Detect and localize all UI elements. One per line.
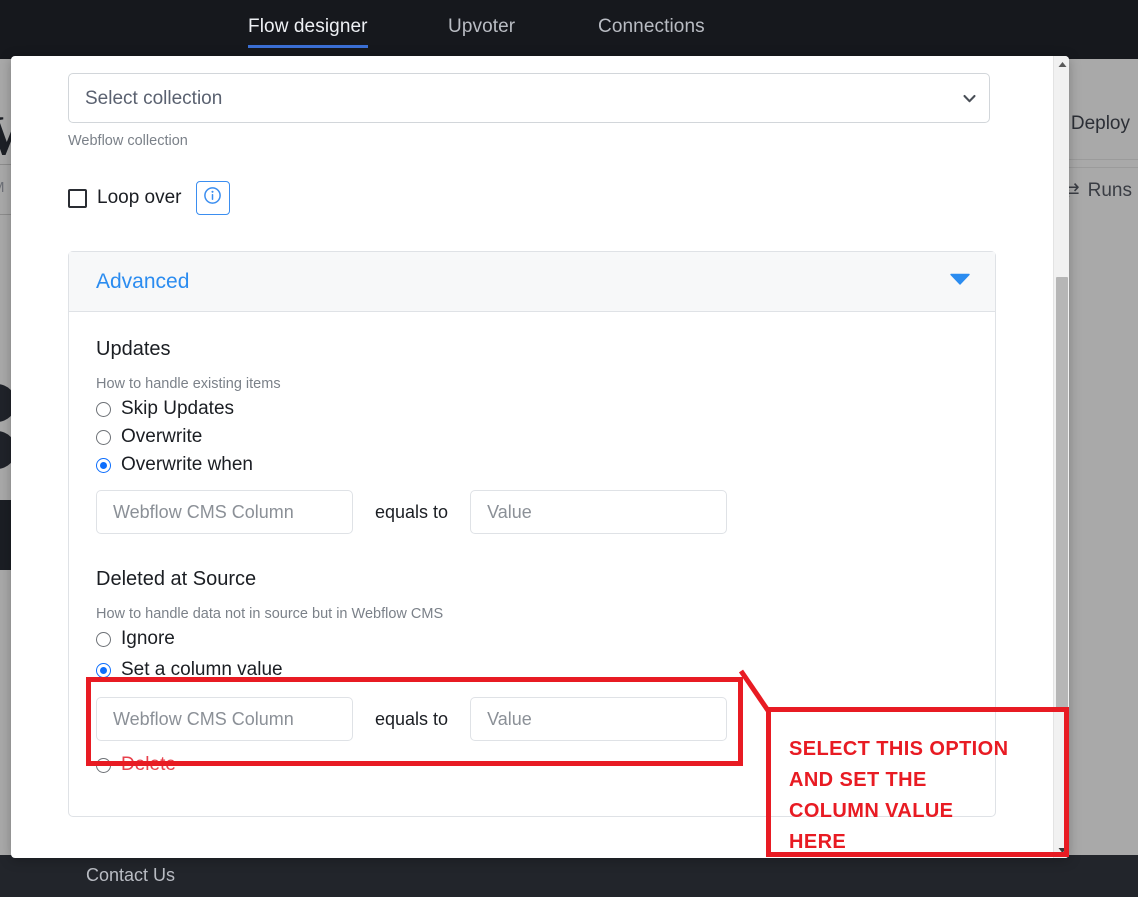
updates-option-overwrite-when[interactable]: Overwrite when [96, 454, 968, 476]
loop-over-checkbox[interactable] [68, 188, 87, 208]
loop-over-row: Loop over [68, 181, 996, 215]
triangle-down-icon[interactable] [949, 271, 971, 292]
deleted-condition-row: equals to [96, 697, 968, 741]
updates-hint: How to handle existing items [96, 376, 281, 392]
collection-select-row: Select collection [68, 73, 996, 123]
scroll-down-arrow-icon[interactable] [1054, 842, 1069, 858]
deleted-radio-set-column-value[interactable] [96, 662, 111, 678]
backdrop-menu-glyph: M [0, 179, 5, 196]
modal-scrollbar[interactable] [1053, 56, 1069, 858]
deleted-equals-label: equals to [375, 708, 449, 729]
advanced-panel-header[interactable]: Advanced [69, 252, 995, 312]
updates-radio-overwrite[interactable] [96, 429, 111, 445]
tab-upvoter-label: Upvoter [448, 16, 516, 37]
runs-button[interactable]: ⇄ Runs [1064, 179, 1132, 202]
tab-connections-label: Connections [598, 16, 705, 37]
collection-select[interactable]: Select collection [68, 73, 990, 123]
info-circle-icon [203, 186, 222, 210]
advanced-panel-body: Updates How to handle existing items Ski… [69, 312, 995, 816]
updates-column-input[interactable] [96, 490, 353, 534]
app-root: Flow designer Upvoter Connections W M 🚀 … [0, 0, 1138, 897]
deleted-option-delete[interactable]: Delete [96, 754, 968, 776]
top-navigation-bar: Flow designer Upvoter Connections [0, 0, 1138, 59]
tab-upvoter[interactable]: Upvoter [448, 16, 515, 48]
deleted-label-ignore: Ignore [121, 628, 175, 649]
scroll-up-arrow-icon[interactable] [1054, 56, 1069, 72]
tab-flow-designer-label: Flow designer [248, 16, 368, 37]
updates-option-overwrite[interactable]: Overwrite [96, 426, 968, 448]
updates-label-skip: Skip Updates [121, 398, 235, 419]
tab-flow-designer[interactable]: Flow designer [248, 16, 368, 48]
updates-radio-overwrite-when[interactable] [96, 457, 111, 473]
deleted-option-ignore[interactable]: Ignore [96, 628, 968, 650]
deploy-label: Deploy [1070, 113, 1130, 134]
collection-helper-text: Webflow collection [68, 133, 188, 149]
modal-scroll-area: Select collection Webflow collection Loo… [11, 56, 1053, 858]
updates-option-skip[interactable]: Skip Updates [96, 398, 968, 420]
contact-us-link[interactable]: Contact Us [86, 865, 175, 886]
deleted-value-input[interactable] [470, 697, 728, 741]
node-settings-modal: Select collection Webflow collection Loo… [11, 56, 1069, 858]
updates-heading: Updates [96, 338, 171, 360]
updates-label-overwrite: Overwrite [121, 426, 203, 447]
deleted-radio-ignore[interactable] [96, 631, 111, 647]
loop-over-label: Loop over [97, 187, 182, 208]
updates-equals-label: equals to [375, 501, 449, 522]
runs-label: Runs [1087, 179, 1132, 201]
loop-over-info-button[interactable] [195, 181, 230, 215]
updates-radio-skip[interactable] [96, 401, 111, 417]
updates-condition-row: equals to [96, 490, 968, 534]
deleted-option-set-column-value[interactable]: Set a column value [96, 659, 968, 681]
updates-value-input[interactable] [470, 490, 728, 534]
footer-bar: Contact Us [0, 855, 1138, 897]
deleted-label-delete: Delete [121, 754, 176, 775]
advanced-panel: Advanced Updates How to handle existing … [68, 251, 996, 817]
tab-connections[interactable]: Connections [598, 16, 705, 48]
advanced-panel-title: Advanced [96, 269, 190, 293]
deleted-at-source-hint: How to handle data not in source but in … [96, 606, 444, 622]
deleted-at-source-heading: Deleted at Source [96, 568, 257, 590]
deleted-radio-delete[interactable] [96, 757, 111, 773]
deleted-label-set-column-value: Set a column value [121, 659, 283, 680]
updates-label-overwrite-when: Overwrite when [121, 454, 253, 475]
deleted-column-input[interactable] [96, 697, 353, 741]
modal-scrollbar-thumb[interactable] [1056, 277, 1068, 711]
